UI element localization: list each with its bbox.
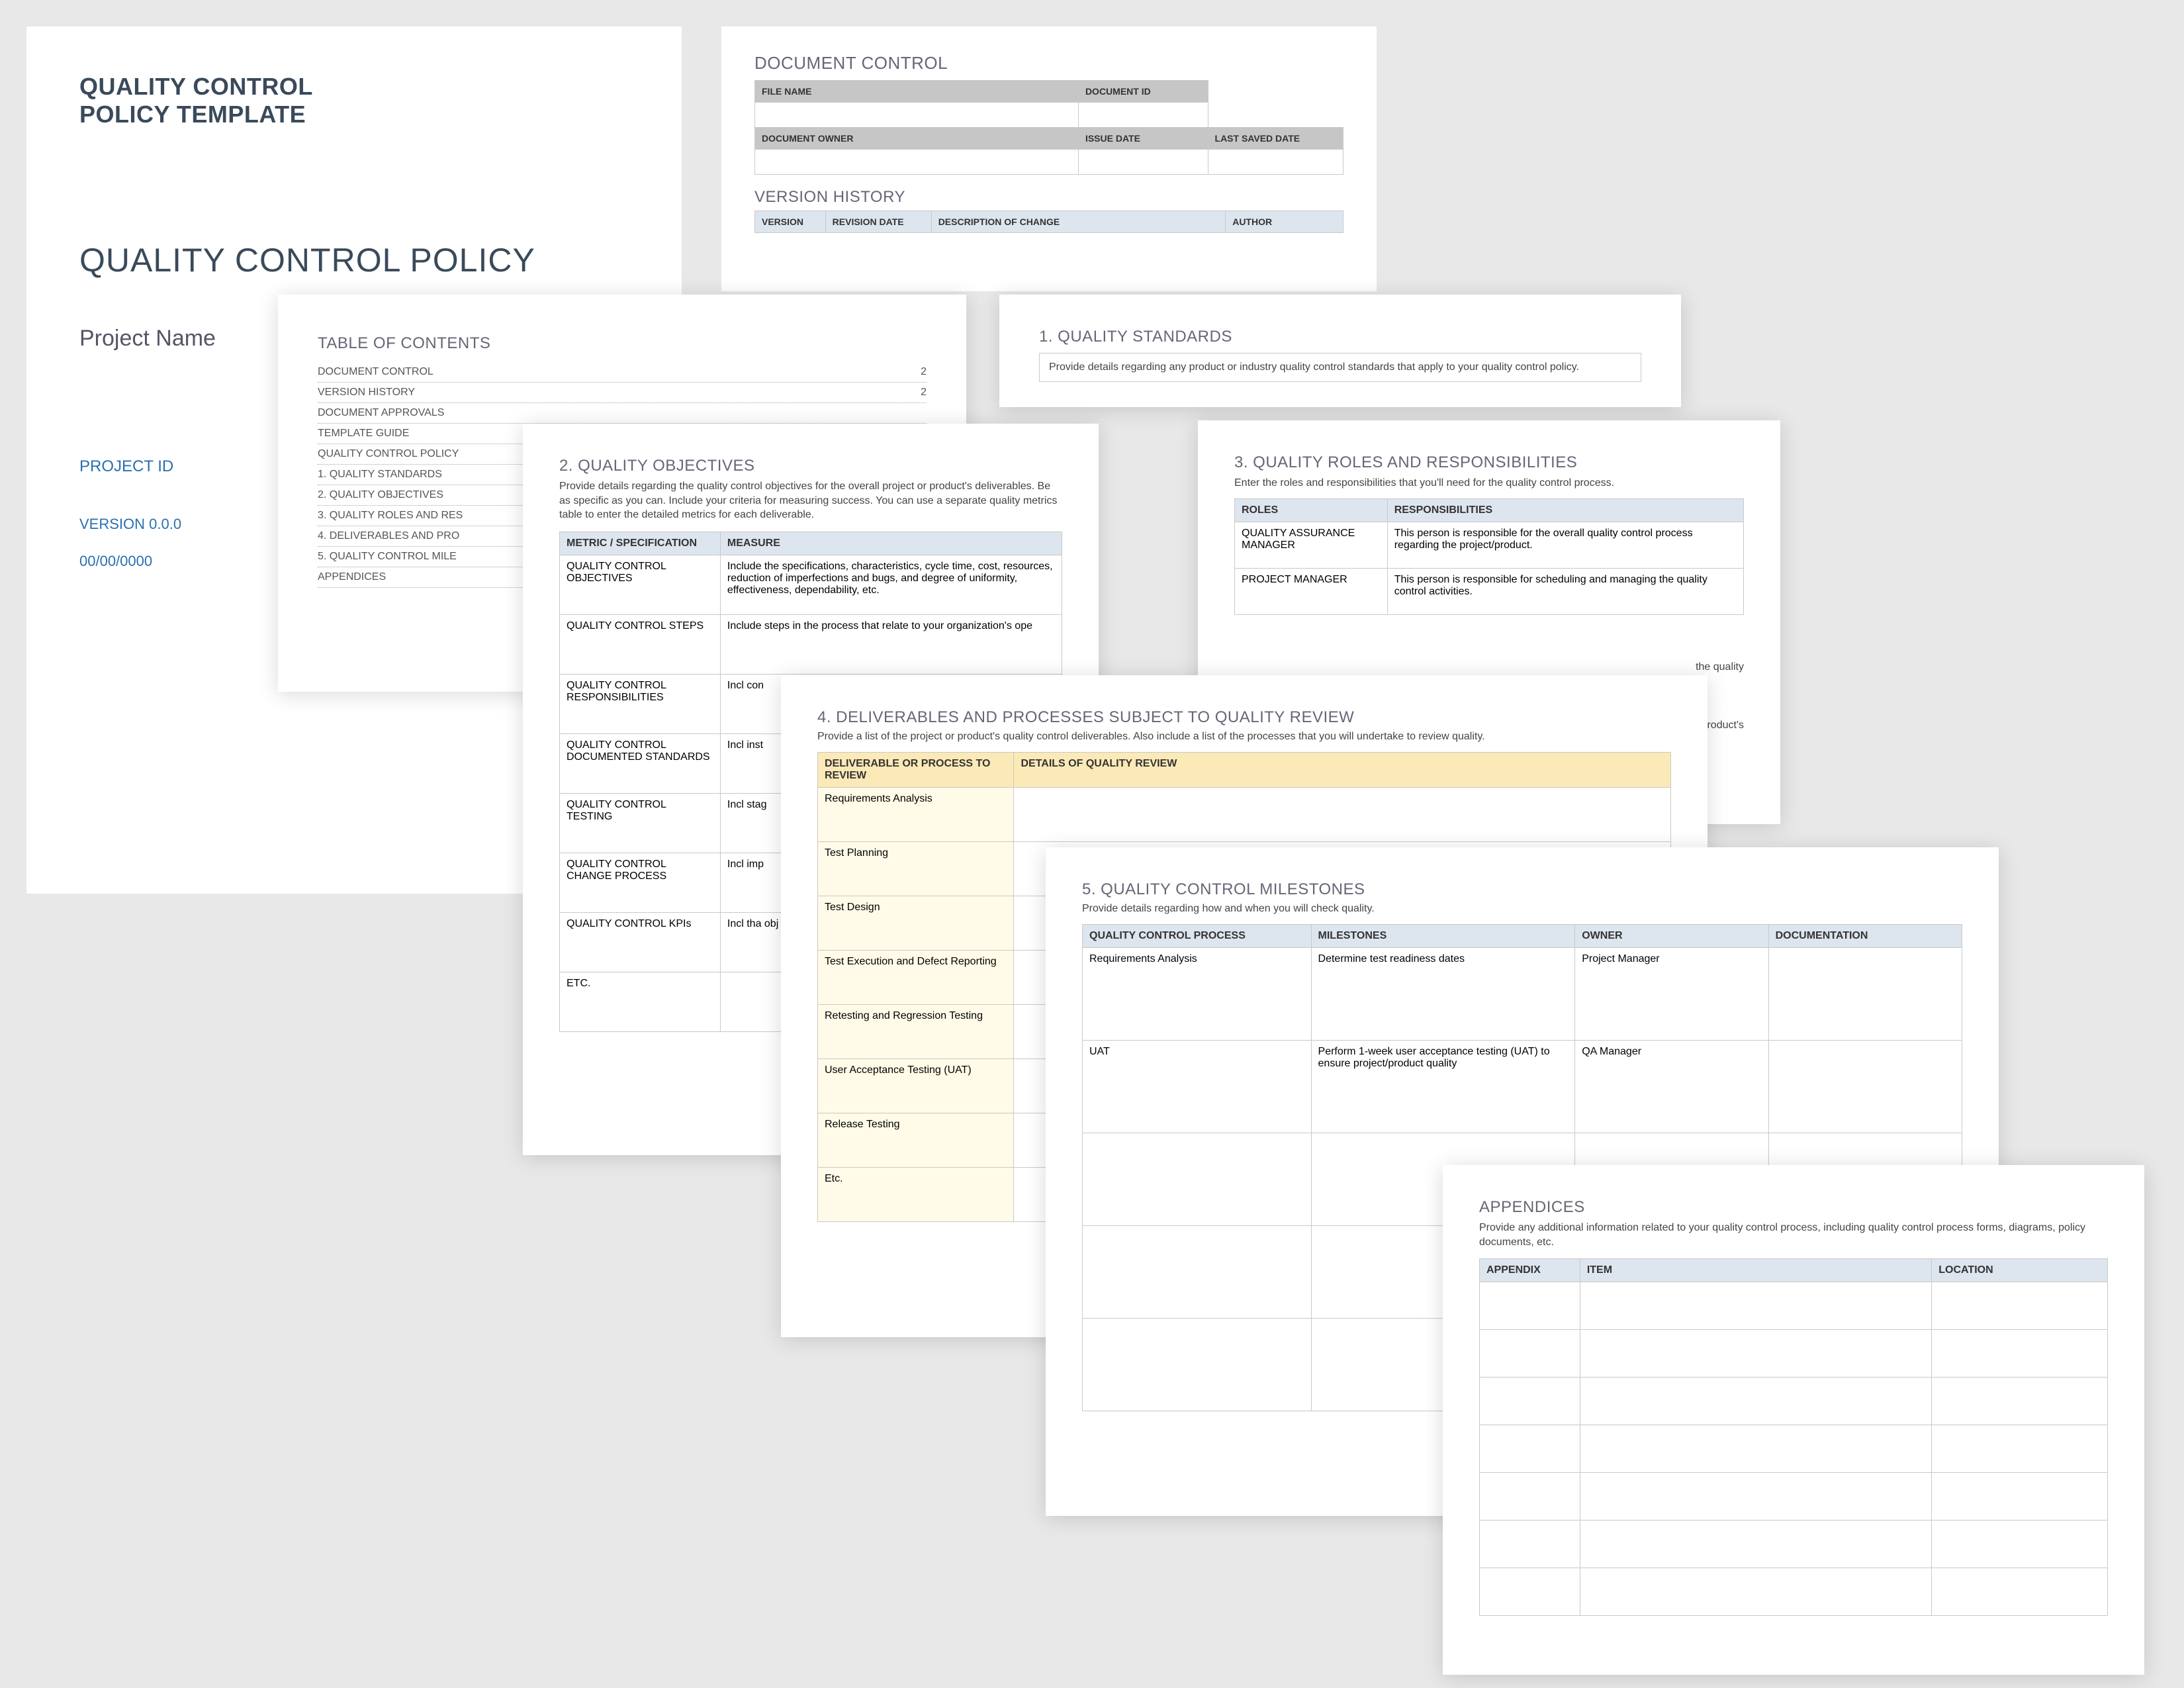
table-row: [1480, 1521, 2108, 1568]
table-row: QUALITY ASSURANCE MANAGERThis person is …: [1235, 522, 1744, 569]
standards-body: Provide details regarding any product or…: [1039, 353, 1641, 382]
roles-col-b: RESPONSIBILITIES: [1387, 499, 1743, 522]
table-row: [1480, 1378, 2108, 1425]
author-h: AUTHOR: [1226, 211, 1343, 233]
file-name-h: FILE NAME: [755, 81, 1079, 103]
doc-control-table: FILE NAME DOCUMENT ID DOCUMENT OWNER ISS…: [754, 80, 1343, 175]
roles-table: ROLES RESPONSIBILITIES QUALITY ASSURANCE…: [1234, 498, 1744, 615]
appendices-table: APPENDIX ITEM LOCATION: [1479, 1258, 2108, 1616]
deliverables-intro: Provide a list of the project or product…: [817, 731, 1671, 743]
table-row: [1480, 1425, 2108, 1473]
desc-change-h: DESCRIPTION OF CHANGE: [931, 211, 1226, 233]
app-c3: LOCATION: [1932, 1259, 2108, 1282]
deliv-col-a: DELIVERABLE OR PROCESS TO REVIEW: [818, 753, 1014, 788]
issue-date-h: ISSUE DATE: [1078, 128, 1208, 150]
toc-row: DOCUMENT CONTROL2: [318, 362, 927, 383]
appendices-intro: Provide any additional information relat…: [1479, 1221, 2108, 1249]
version-history-table: VERSION REVISION DATE DESCRIPTION OF CHA…: [754, 211, 1343, 233]
page-standards: 1. QUALITY STANDARDS Provide details reg…: [999, 295, 1681, 407]
milestones-heading: 5. QUALITY CONTROL MILESTONES: [1082, 880, 1962, 899]
subject-title: QUALITY CONTROL POLICY: [79, 241, 629, 279]
title-line1: QUALITY CONTROL: [79, 73, 629, 101]
toc-row: VERSION HISTORY2: [318, 383, 927, 403]
mile-c1: QUALITY CONTROL PROCESS: [1083, 925, 1312, 948]
toc-row: DOCUMENT APPROVALS: [318, 403, 927, 424]
page-doc-control: DOCUMENT CONTROL FILE NAME DOCUMENT ID D…: [721, 26, 1377, 291]
roles-heading: 3. QUALITY ROLES AND RESPONSIBILITIES: [1234, 453, 1744, 472]
doc-owner-h: DOCUMENT OWNER: [755, 128, 1079, 150]
roles-frag1: the quality: [1696, 661, 1744, 673]
table-row: [1480, 1282, 2108, 1330]
deliverables-heading: 4. DELIVERABLES AND PROCESSES SUBJECT TO…: [817, 708, 1671, 727]
milestones-intro: Provide details regarding how and when y…: [1082, 903, 1962, 915]
version-h: VERSION: [755, 211, 826, 233]
roles-col-a: ROLES: [1235, 499, 1388, 522]
deliv-col-b: DETAILS OF QUALITY REVIEW: [1014, 753, 1671, 788]
objectives-intro: Provide details regarding the quality co…: [559, 479, 1062, 522]
toc-heading: TABLE OF CONTENTS: [318, 334, 927, 353]
last-saved-h: LAST SAVED DATE: [1208, 128, 1343, 150]
table-row: QUALITY CONTROL OBJECTIVESInclude the sp…: [560, 555, 1062, 614]
mile-c2: MILESTONES: [1311, 925, 1575, 948]
app-c1: APPENDIX: [1480, 1259, 1580, 1282]
table-row: PROJECT MANAGERThis person is responsibl…: [1235, 569, 1744, 615]
table-row: UATPerform 1-week user acceptance testin…: [1083, 1041, 1962, 1133]
objectives-heading: 2. QUALITY OBJECTIVES: [559, 457, 1062, 475]
mile-c3: OWNER: [1575, 925, 1768, 948]
roles-intro: Enter the roles and responsibilities tha…: [1234, 477, 1744, 489]
table-row: Requirements Analysis: [818, 788, 1671, 842]
table-row: [1480, 1568, 2108, 1616]
table-row: [1480, 1473, 2108, 1521]
page-appendices: APPENDICES Provide any additional inform…: [1443, 1165, 2144, 1675]
mile-c4: DOCUMENTATION: [1768, 925, 1962, 948]
rev-date-h: REVISION DATE: [825, 211, 931, 233]
title-line2: POLICY TEMPLATE: [79, 101, 629, 128]
standards-heading: 1. QUALITY STANDARDS: [1039, 328, 1641, 346]
objectives-col-b: MEASURE: [720, 532, 1062, 555]
table-row: [1480, 1330, 2108, 1378]
doc-id-h: DOCUMENT ID: [1078, 81, 1208, 103]
table-row: Requirements AnalysisDetermine test read…: [1083, 948, 1962, 1041]
doc-control-heading: DOCUMENT CONTROL: [754, 53, 1343, 73]
table-row: QUALITY CONTROL STEPSInclude steps in th…: [560, 614, 1062, 674]
appendices-heading: APPENDICES: [1479, 1198, 2108, 1217]
version-history-heading: VERSION HISTORY: [754, 188, 1343, 207]
objectives-col-a: METRIC / SPECIFICATION: [560, 532, 721, 555]
app-c2: ITEM: [1580, 1259, 1931, 1282]
